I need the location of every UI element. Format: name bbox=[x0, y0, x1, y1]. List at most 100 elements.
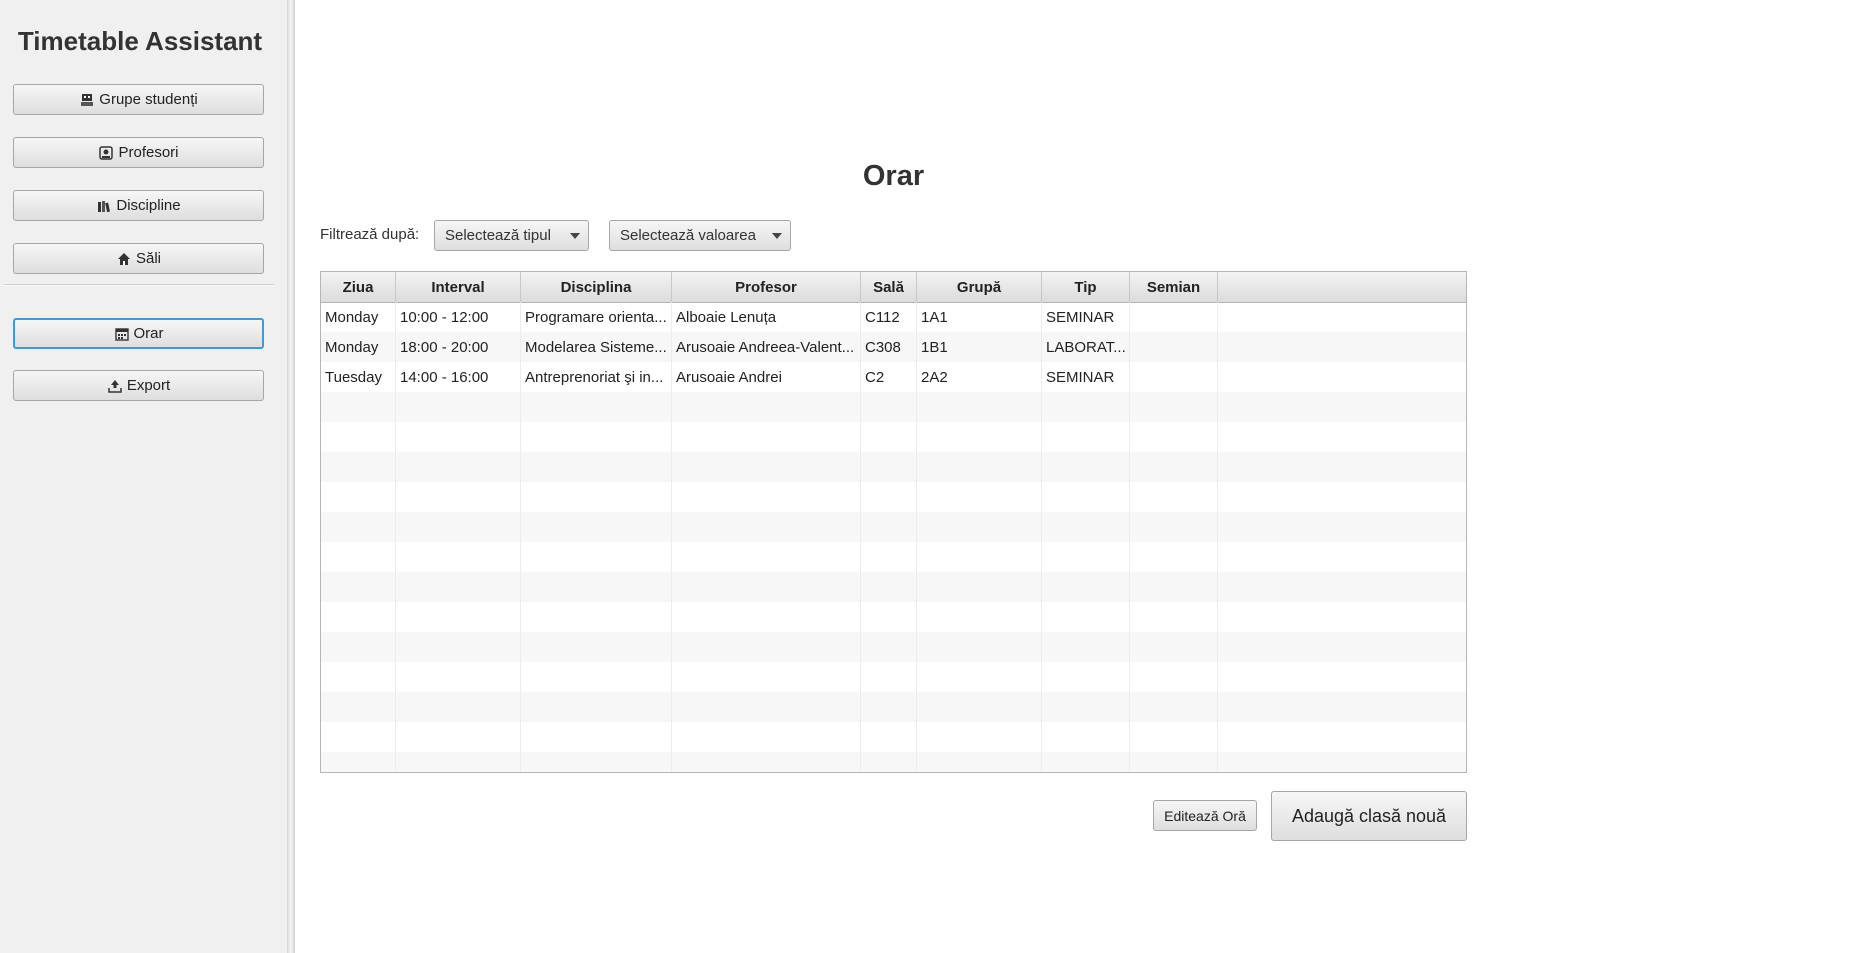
table-cell bbox=[861, 422, 917, 452]
table-cell bbox=[396, 692, 521, 722]
table-cell bbox=[917, 542, 1042, 572]
table-cell bbox=[917, 482, 1042, 512]
empty-table-row[interactable] bbox=[321, 752, 1466, 772]
table-cell bbox=[521, 452, 672, 482]
table-cell: 2A2 bbox=[917, 362, 1042, 392]
table-cell: 18:00 - 20:00 bbox=[396, 332, 521, 362]
sidebar-item-label: Profesori bbox=[118, 144, 179, 161]
edit-hour-button[interactable]: Editează Oră bbox=[1153, 800, 1257, 831]
table-cell: SEMINAR bbox=[1042, 362, 1130, 392]
table-cell bbox=[861, 572, 917, 602]
table-cell: Alboaie Lenuța bbox=[672, 302, 861, 332]
student-group-icon bbox=[79, 92, 95, 108]
table-cell bbox=[917, 572, 1042, 602]
table-cell bbox=[321, 722, 396, 752]
table-cell bbox=[672, 752, 861, 772]
split-pane-divider[interactable] bbox=[287, 0, 295, 953]
empty-table-row[interactable] bbox=[321, 632, 1466, 662]
table-cell bbox=[672, 632, 861, 662]
table-row[interactable]: Monday 10:00 - 12:00 Programare orienta...… bbox=[321, 302, 1466, 332]
table-cell bbox=[1042, 512, 1130, 542]
table-cell bbox=[917, 662, 1042, 692]
table-cell bbox=[1042, 752, 1130, 772]
table-cell: C112 bbox=[861, 302, 917, 332]
column-header[interactable]: Sală bbox=[861, 272, 917, 302]
table-cell bbox=[1130, 482, 1218, 512]
table-cell bbox=[396, 752, 521, 772]
table-cell bbox=[1042, 542, 1130, 572]
table-cell bbox=[396, 392, 521, 422]
sidebar-item-orar[interactable]: Orar bbox=[13, 318, 264, 349]
table-cell bbox=[396, 722, 521, 752]
table-cell bbox=[672, 422, 861, 452]
table-cell bbox=[917, 392, 1042, 422]
sidebar-item-grupe-studenti[interactable]: Grupe studenți bbox=[13, 84, 264, 115]
table-cell bbox=[861, 482, 917, 512]
empty-table-row[interactable] bbox=[321, 602, 1466, 632]
empty-table-row[interactable] bbox=[321, 392, 1466, 422]
table-cell bbox=[1042, 422, 1130, 452]
sidebar-item-profesori[interactable]: Profesori bbox=[13, 137, 264, 168]
table-cell bbox=[396, 602, 521, 632]
empty-table-row[interactable] bbox=[321, 422, 1466, 452]
table-cell: C308 bbox=[861, 332, 917, 362]
empty-table-row[interactable] bbox=[321, 662, 1466, 692]
table-cell bbox=[1130, 302, 1218, 332]
table-cell bbox=[396, 662, 521, 692]
sidebar-item-label: Săli bbox=[135, 250, 161, 267]
sidebar-separator bbox=[4, 284, 274, 286]
table-cell bbox=[917, 752, 1042, 772]
empty-table-row[interactable] bbox=[321, 512, 1466, 542]
column-header[interactable]: Interval bbox=[396, 272, 521, 302]
table-cell bbox=[672, 602, 861, 632]
table-cell bbox=[396, 512, 521, 542]
sidebar-item-export[interactable]: Export bbox=[13, 370, 264, 401]
empty-table-row[interactable] bbox=[321, 722, 1466, 752]
timetable-table[interactable]: Ziua Interval Disciplina Profesor Sală Grupă T… bbox=[320, 271, 1467, 773]
sidebar-item-sali[interactable]: Săli bbox=[13, 243, 264, 274]
table-cell bbox=[1130, 332, 1218, 362]
table-cell bbox=[396, 452, 521, 482]
table-cell bbox=[321, 512, 396, 542]
table-cell bbox=[321, 482, 396, 512]
table-cell: Programare orienta... bbox=[521, 302, 672, 332]
table-cell bbox=[521, 752, 672, 772]
chevron-down-icon bbox=[772, 233, 782, 239]
table-row[interactable]: Monday 18:00 - 20:00 Modelarea Sisteme... A… bbox=[321, 332, 1466, 362]
empty-table-row[interactable] bbox=[321, 482, 1466, 512]
empty-table-row[interactable] bbox=[321, 572, 1466, 602]
table-cell bbox=[1130, 512, 1218, 542]
table-cell bbox=[321, 422, 396, 452]
table-cell bbox=[672, 482, 861, 512]
table-cell: Tuesday bbox=[321, 362, 396, 392]
table-cell bbox=[861, 662, 917, 692]
table-cell bbox=[521, 662, 672, 692]
table-cell bbox=[396, 482, 521, 512]
table-cell bbox=[672, 542, 861, 572]
column-header[interactable]: Tip bbox=[1042, 272, 1130, 302]
empty-table-row[interactable] bbox=[321, 452, 1466, 482]
sidebar-item-discipline[interactable]: Discipline bbox=[13, 190, 264, 221]
column-header[interactable]: Semian bbox=[1130, 272, 1218, 302]
table-row[interactable]: Tuesday 14:00 - 16:00 Antreprenoriat şi in… bbox=[321, 362, 1466, 392]
empty-table-row[interactable] bbox=[321, 692, 1466, 722]
sidebar-item-label: Discipline bbox=[116, 197, 181, 214]
table-cell bbox=[521, 542, 672, 572]
table-cell bbox=[1042, 602, 1130, 632]
column-header[interactable]: Profesor bbox=[672, 272, 861, 302]
column-header[interactable]: Ziua bbox=[321, 272, 396, 302]
empty-table-row[interactable] bbox=[321, 542, 1466, 572]
table-cell bbox=[672, 452, 861, 482]
filter-type-select[interactable]: Selectează tipul bbox=[434, 220, 589, 251]
filter-value-value: Selectează valoarea bbox=[620, 227, 756, 244]
filter-value-select[interactable]: Selectează valoarea bbox=[609, 220, 791, 251]
column-header[interactable]: Disciplina bbox=[521, 272, 672, 302]
add-class-button[interactable]: Adaugă clasă nouă bbox=[1271, 791, 1467, 841]
filter-type-value: Selectează tipul bbox=[445, 227, 551, 244]
table-cell: Monday bbox=[321, 302, 396, 332]
table-cell: 1B1 bbox=[917, 332, 1042, 362]
table-cell bbox=[672, 662, 861, 692]
table-cell bbox=[1042, 662, 1130, 692]
table-cell bbox=[521, 602, 672, 632]
column-header[interactable]: Grupă bbox=[917, 272, 1042, 302]
